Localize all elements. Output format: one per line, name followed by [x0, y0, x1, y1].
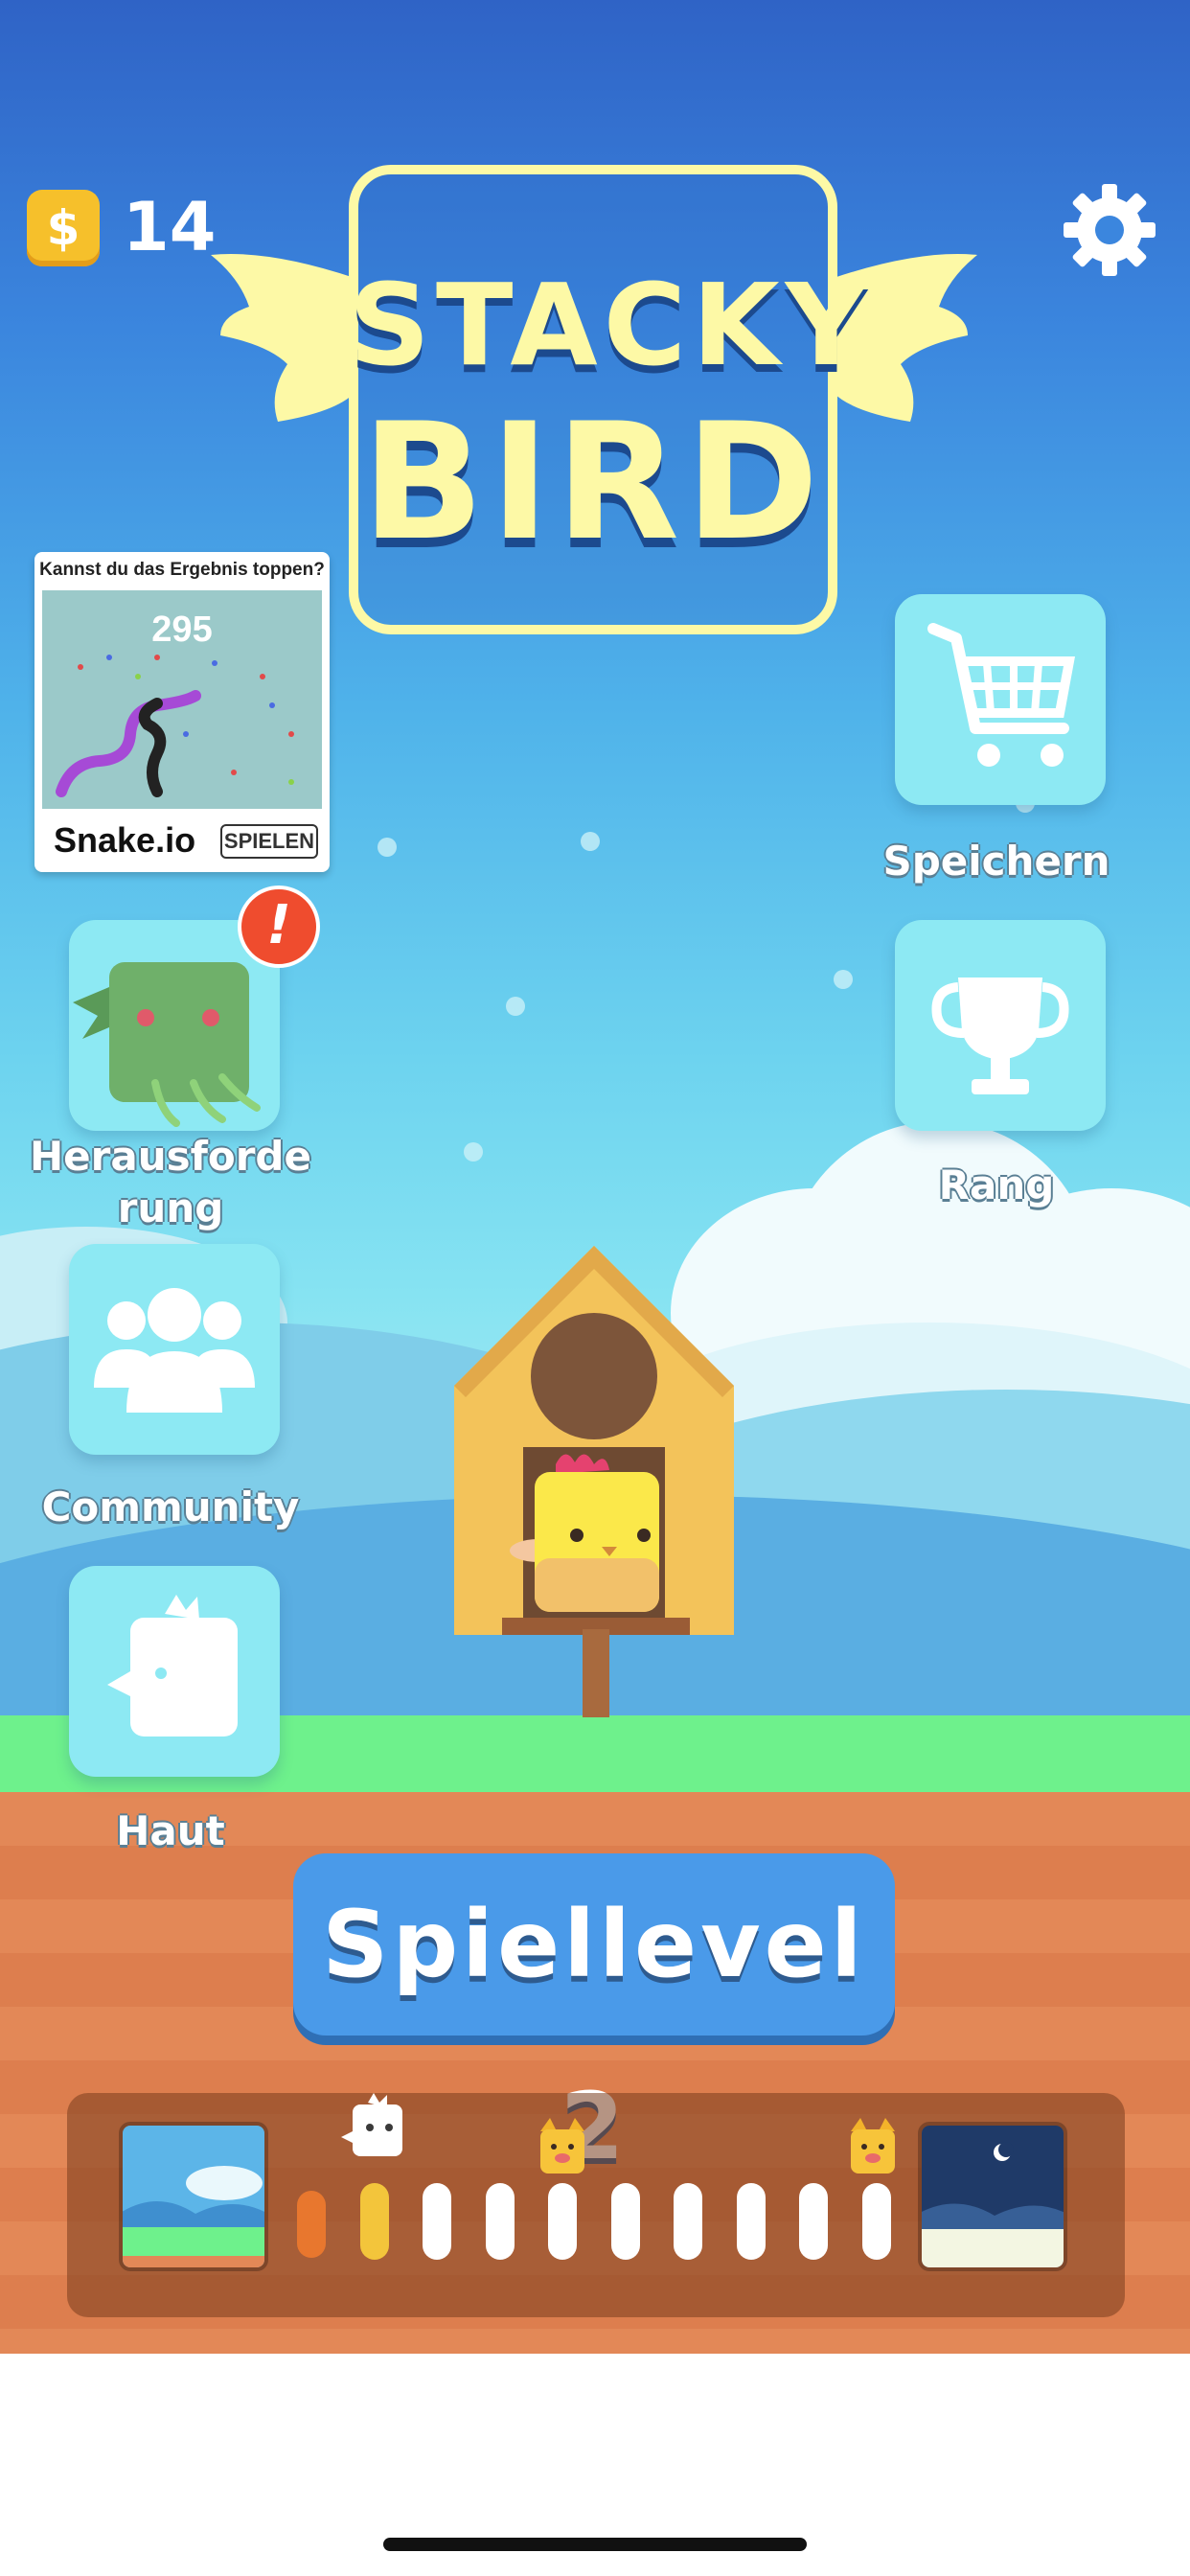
rank-label: Rang — [938, 1162, 1055, 1208]
ad-screenshot: 295 — [42, 590, 322, 809]
sparkle-dot — [834, 970, 853, 989]
progress-step — [736, 2183, 766, 2260]
progress-step — [674, 2183, 702, 2260]
shop-button[interactable] — [895, 594, 1106, 805]
sparkle-dot — [378, 838, 397, 857]
progress-step — [423, 2183, 451, 2260]
community-button[interactable] — [69, 1244, 280, 1455]
coin-count: 14 — [123, 188, 217, 266]
play-level-label: Spiellevel 2 — [322, 1891, 866, 2180]
cat-marker-icon — [851, 2118, 895, 2174]
day-landscape-icon — [123, 2126, 264, 2267]
progress-step — [799, 2183, 828, 2260]
ad-game-name: Snake.io — [54, 820, 196, 860]
ad-score: 295 — [151, 610, 213, 650]
challenge-alert-badge: ! — [238, 886, 320, 968]
end-world-thumbnail — [918, 2122, 1067, 2271]
cart-icon — [927, 623, 1076, 767]
night-landscape-icon — [922, 2126, 1064, 2267]
progress-step — [359, 2183, 389, 2260]
skin-button[interactable] — [69, 1566, 280, 1777]
people-icon — [94, 1288, 255, 1413]
bird-icon — [107, 1595, 238, 1736]
challenge-label-line1: Herausforde — [30, 1133, 311, 1180]
skin-label: Haut — [116, 1807, 225, 1854]
sparkle-dot — [581, 832, 600, 851]
trophy-icon — [931, 978, 1069, 1094]
challenge-label-line2: rung — [117, 1184, 224, 1231]
progress-step — [610, 2183, 640, 2260]
logo-title-line2: BIRD — [361, 388, 825, 576]
sparkle-dot — [506, 997, 525, 1016]
logo-title-line1: STACKY — [349, 259, 874, 391]
challenge-label: Herausforde rung — [29, 1131, 312, 1234]
progress-step — [548, 2183, 577, 2260]
player-marker-icon — [341, 2093, 402, 2156]
gear-icon[interactable] — [1062, 182, 1157, 278]
birdhouse-pole — [583, 1629, 609, 1717]
progress-step — [861, 2183, 891, 2260]
ad-headline: Kannst du das Ergebnis toppen? — [39, 560, 325, 580]
play-level-button[interactable]: Spiellevel 2 — [293, 1853, 895, 2180]
level-progress-panel — [67, 2093, 1125, 2317]
sparkle-dot — [464, 1142, 483, 1162]
rank-button[interactable] — [895, 920, 1106, 1131]
progress-step — [485, 2183, 515, 2260]
ad-play-button[interactable]: SPIELEN — [220, 824, 318, 859]
cat-marker-icon — [540, 2118, 584, 2174]
coin-icon: $ — [27, 190, 100, 266]
home-indicator[interactable] — [383, 2538, 807, 2551]
coin-symbol: $ — [46, 200, 80, 256]
cross-promo-ad[interactable]: Kannst du das Ergebnis toppen? 295 Snake… — [34, 552, 330, 872]
chick-icon — [510, 1454, 659, 1612]
community-label: Community — [41, 1484, 300, 1530]
start-world-thumbnail — [119, 2122, 268, 2271]
shop-label: Speichern — [882, 838, 1110, 885]
progress-step — [297, 2191, 326, 2258]
